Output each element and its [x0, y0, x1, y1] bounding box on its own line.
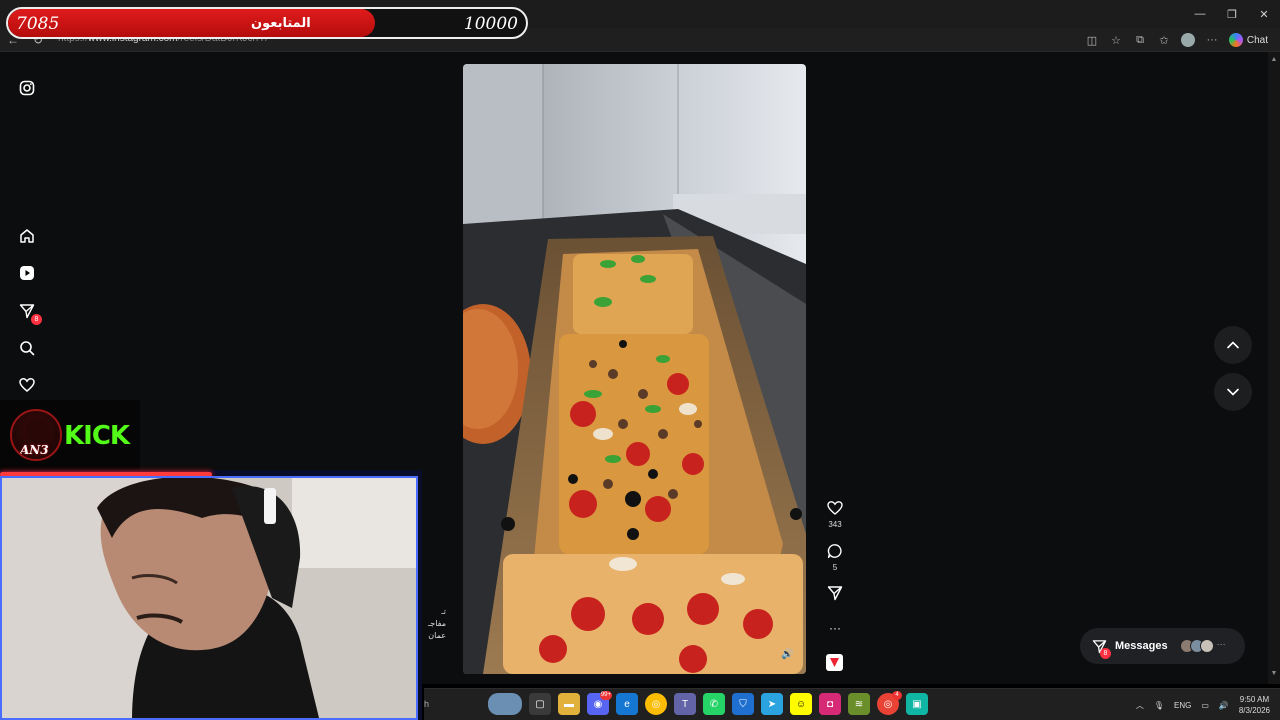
like-count: 343: [828, 520, 842, 529]
security-shield-icon[interactable]: ⛉: [732, 693, 754, 715]
original-audio-thumbnail[interactable]: [826, 654, 843, 671]
webcam-feed: [0, 476, 418, 720]
layers-app-icon[interactable]: ≋: [848, 693, 870, 715]
chevron-up-icon: [1227, 341, 1239, 349]
followers-label: المتابعون: [251, 15, 311, 30]
search-icon[interactable]: [17, 338, 37, 358]
teams-icon[interactable]: T: [674, 693, 696, 715]
microphone-icon[interactable]: 🎙: [1154, 701, 1164, 710]
like-action[interactable]: 343: [820, 498, 850, 529]
windows-taskbar: h ▢ ▬ ◉ 99+ e ◎ T ✆ ⛉ ➤ ☺ ◘ ≋ ◎ 4 ▣ ︿ 🎙 EN…: [424, 688, 1280, 720]
task-view-icon[interactable]: ▢: [529, 693, 551, 715]
webcam-overlay: [0, 470, 422, 720]
edge-icon[interactable]: e: [616, 693, 638, 715]
profile-avatar[interactable]: [1180, 32, 1196, 48]
taskbar-apps: ▢ ▬ ◉ 99+ e ◎ T ✆ ⛉ ➤ ☺ ◘ ≋ ◎ 4 ▣: [488, 691, 928, 715]
more-avatars: ···: [1216, 639, 1226, 649]
streamer-logo-text: AN3: [20, 443, 49, 457]
chrome-icon[interactable]: ◎: [645, 693, 667, 715]
chrome-profile-icon[interactable]: ◎ 4: [877, 691, 902, 715]
taskbar-search-fragment[interactable]: h: [424, 699, 429, 709]
extensions-icon[interactable]: ⧉: [1132, 32, 1148, 48]
language-indicator[interactable]: ENG: [1174, 701, 1191, 710]
comment-action[interactable]: 5: [820, 541, 850, 572]
svg-text:🔊: 🔊: [781, 647, 793, 660]
page-scrollbar[interactable]: ▲ ▼: [1268, 52, 1280, 684]
file-explorer-icon[interactable]: ▬: [558, 693, 580, 715]
volume-icon[interactable]: 🔊: [1219, 701, 1229, 710]
heart-icon: [820, 498, 850, 518]
instagram-app-icon[interactable]: ◘: [819, 693, 841, 715]
taskbar-clock[interactable]: 9:50 AM 8/3/2026: [1239, 694, 1270, 716]
maximize-button[interactable]: ❐: [1216, 0, 1248, 28]
more-options-action[interactable]: ···: [820, 618, 850, 638]
reel-caption: تـ مفاجـ عمان: [424, 606, 446, 642]
notifications-heart-icon[interactable]: [17, 375, 37, 395]
comment-icon: [820, 541, 850, 561]
more-menu-icon[interactable]: ···: [1204, 32, 1220, 48]
share-action[interactable]: [820, 583, 850, 603]
message-avatars: ···: [1179, 639, 1226, 653]
widgets-icon[interactable]: [488, 693, 522, 715]
messages-button[interactable]: 8 Messages ···: [1080, 628, 1245, 664]
whatsapp-icon[interactable]: ✆: [703, 693, 725, 715]
split-screen-icon[interactable]: ◫: [1084, 32, 1100, 48]
instagram-logo-icon[interactable]: [17, 78, 37, 98]
followers-goal-bar: 7085 المتابعون 10000: [6, 7, 528, 39]
messages-button-badge: 8: [1100, 647, 1111, 659]
chat-label: Chat: [1246, 34, 1268, 46]
app-icon[interactable]: ▣: [906, 693, 928, 715]
next-reel-button[interactable]: [1214, 373, 1252, 411]
chrome-badge: 4: [892, 691, 902, 700]
snapchat-icon[interactable]: ☺: [790, 693, 812, 715]
messages-label: Messages: [1115, 640, 1168, 652]
followers-progress-fill: [8, 9, 375, 37]
caption-line-3: عمان: [428, 631, 446, 640]
browser-toolbar: ◫ ☆ ⧉ ✩ ···: [1084, 32, 1220, 48]
comment-count: 5: [832, 563, 838, 572]
avatar: [1199, 639, 1214, 653]
followers-current: 7085: [16, 14, 60, 34]
messages-badge: 8: [31, 314, 42, 325]
scroll-up-icon[interactable]: ▲: [1268, 56, 1280, 66]
minimize-button[interactable]: —: [1184, 0, 1216, 28]
followers-goal: 10000: [463, 14, 518, 34]
more-options-icon: ···: [829, 621, 841, 635]
discord-badge: 99+: [599, 691, 612, 700]
copilot-icon: [1228, 33, 1243, 47]
clock-time: 9:50 AM: [1239, 695, 1270, 704]
telegram-icon[interactable]: ➤: [761, 693, 783, 715]
reel-video[interactable]: 🔊: [463, 64, 806, 674]
previous-reel-button[interactable]: [1214, 326, 1252, 364]
caption-line-2: مفاجـ: [427, 619, 446, 628]
kick-logo-text: KICK: [64, 421, 130, 451]
discord-icon[interactable]: ◉ 99+: [587, 691, 612, 715]
home-icon[interactable]: [17, 226, 37, 246]
favorites-icon[interactable]: ✩: [1156, 32, 1172, 48]
window-controls: — ❐ ✕: [1184, 0, 1280, 28]
tray-overflow-icon[interactable]: ︿: [1136, 700, 1144, 711]
chevron-down-icon: [1227, 388, 1239, 396]
reels-icon[interactable]: [17, 263, 37, 283]
caption-line-1: تـ: [441, 607, 446, 616]
streamer-logo: AN3: [10, 409, 62, 461]
display-icon[interactable]: ▭: [1201, 701, 1209, 710]
messages-icon[interactable]: 8: [17, 301, 42, 325]
copilot-chat-button[interactable]: Chat: [1228, 31, 1268, 49]
favorite-star-icon[interactable]: ☆: [1108, 32, 1124, 48]
clock-date: 8/3/2026: [1238, 706, 1270, 715]
kick-stream-overlay: AN3 KICK: [0, 400, 140, 470]
scroll-down-icon[interactable]: ▼: [1268, 670, 1280, 680]
pizza-video-frame: 🔊: [463, 64, 806, 674]
system-tray: ︿ 🎙 ENG ▭ 🔊 9:50 AM 8/3/2026: [1136, 689, 1270, 720]
share-icon: [820, 583, 850, 603]
close-button[interactable]: ✕: [1248, 0, 1280, 28]
messages-send-icon: 8: [1092, 639, 1111, 659]
